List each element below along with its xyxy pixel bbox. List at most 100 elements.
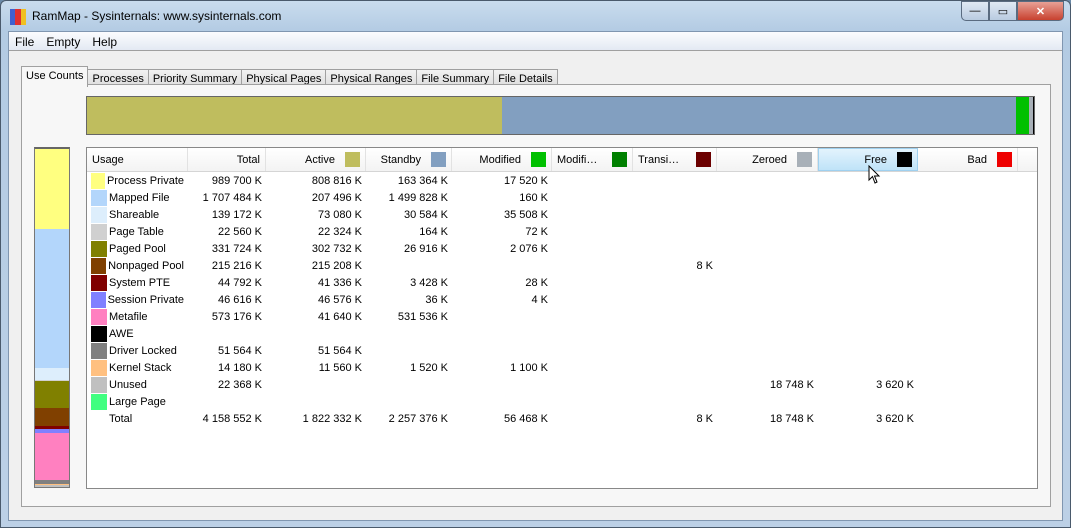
- menu-empty[interactable]: Empty: [40, 32, 86, 50]
- column-header-label: Zeroed: [752, 153, 787, 166]
- cell-usage: Page Table: [87, 223, 188, 240]
- state-bar-segment-active: [87, 97, 502, 134]
- tab-use-counts[interactable]: Use Counts: [21, 66, 89, 87]
- usage-color-swatch: [91, 308, 107, 325]
- color-swatch: [797, 152, 812, 167]
- cell-total: 331 724 K: [211, 242, 262, 255]
- cell-standby: 30 584 K: [403, 208, 448, 221]
- cell-usage: Unused: [87, 376, 188, 393]
- color-swatch: [531, 152, 546, 167]
- menu-help[interactable]: Help: [86, 32, 123, 50]
- maximize-button[interactable]: ▭: [989, 1, 1017, 21]
- column-header-bad[interactable]: Bad: [918, 148, 1018, 171]
- usage-label: AWE: [109, 327, 134, 340]
- usage-label: Paged Pool: [109, 242, 166, 255]
- mouse-cursor-icon: [868, 165, 881, 184]
- usage-label: Driver Locked: [109, 344, 177, 357]
- column-header-label: Transi…: [638, 153, 680, 166]
- table-row[interactable]: Session Private 46 616 K 46 576 K 36 K 4 K: [87, 291, 1037, 308]
- minimize-button[interactable]: —: [961, 1, 989, 21]
- usage-bar-segment: [35, 381, 69, 409]
- cell-total: 1 707 484 K: [202, 191, 262, 204]
- table-body: Process Private 989 700 K 808 816 K 163 364…: [87, 172, 1037, 427]
- column-header-label: Modified: [479, 153, 521, 166]
- usage-label: Page Table: [109, 225, 164, 238]
- cell-active: 207 496 K: [311, 191, 362, 204]
- cell-standby: 36 K: [425, 293, 448, 306]
- cell-standby: 26 916 K: [403, 242, 448, 255]
- usage-color-swatch: [91, 240, 107, 257]
- color-swatch: [612, 152, 627, 167]
- cell-total: 4 158 552 K: [202, 412, 262, 425]
- usage-color-swatch: [91, 274, 107, 291]
- usage-color-swatch: [91, 172, 105, 189]
- cell-transition: 8 K: [696, 259, 713, 272]
- cell-standby: 1 499 828 K: [388, 191, 448, 204]
- cell-active: 41 336 K: [317, 276, 362, 289]
- cell-active: 46 576 K: [317, 293, 362, 306]
- usage-label: Metafile: [109, 310, 148, 323]
- column-header-total[interactable]: Total: [188, 148, 266, 171]
- cell-active: 73 080 K: [317, 208, 362, 221]
- color-swatch: [696, 152, 711, 167]
- table-row[interactable]: Total 4 158 552 K 1 822 332 K 2 257 376 K 56…: [87, 410, 1037, 427]
- cell-modified: 56 468 K: [503, 412, 548, 425]
- cell-total: 215 216 K: [211, 259, 262, 272]
- cell-standby: 163 364 K: [397, 174, 448, 187]
- cell-modified: 4 K: [531, 293, 548, 306]
- rammap-app-icon: [10, 9, 26, 25]
- table-row[interactable]: Kernel Stack 14 180 K 11 560 K 1 520 K 1 100…: [87, 359, 1037, 376]
- usage-bar-segment: [35, 149, 69, 230]
- table-row[interactable]: Mapped File 1 707 484 K 207 496 K 1 499 828…: [87, 189, 1037, 206]
- table-row[interactable]: Metafile 573 176 K 41 640 K 531 536 K: [87, 308, 1037, 325]
- table-row[interactable]: Shareable 139 172 K 73 080 K 30 584 K 35 508…: [87, 206, 1037, 223]
- table-row[interactable]: Large Page: [87, 393, 1037, 410]
- table-row[interactable]: Driver Locked 51 564 K 51 564 K: [87, 342, 1037, 359]
- usage-label: Kernel Stack: [109, 361, 172, 374]
- cell-active: 51 564 K: [317, 344, 362, 357]
- table-row[interactable]: Unused 22 368 K 18 748 K 3 620 K: [87, 376, 1037, 393]
- cell-modified: 72 K: [525, 225, 548, 238]
- column-header-label: Standby: [380, 153, 421, 166]
- cell-standby: 1 520 K: [410, 361, 448, 374]
- cell-usage: Nonpaged Pool: [87, 257, 188, 274]
- usage-color-swatch: [91, 376, 107, 393]
- color-swatch: [431, 152, 446, 167]
- menu-bar: File Empty Help: [9, 32, 1062, 51]
- cell-total: 573 176 K: [211, 310, 262, 323]
- column-header-label: Modifi…: [557, 153, 598, 166]
- usage-label: Unused: [109, 378, 147, 391]
- table-row[interactable]: Process Private 989 700 K 808 816 K 163 364…: [87, 172, 1037, 189]
- usage-bar-segment: [35, 368, 69, 380]
- table-row[interactable]: Paged Pool 331 724 K 302 732 K 26 916 K 2 07…: [87, 240, 1037, 257]
- cell-usage: Process Private: [87, 172, 188, 189]
- usage-label: Large Page: [109, 395, 166, 408]
- column-header-usage[interactable]: Usage: [87, 148, 188, 171]
- cell-standby: 3 428 K: [410, 276, 448, 289]
- state-bar-segment-standby: [501, 97, 1016, 134]
- column-header-modified[interactable]: Modified: [452, 148, 552, 171]
- column-header-label: Active: [305, 153, 335, 166]
- cell-active: 22 324 K: [317, 225, 362, 238]
- cell-modified: 1 100 K: [510, 361, 548, 374]
- table-row[interactable]: Page Table 22 560 K 22 324 K 164 K 72 K: [87, 223, 1037, 240]
- close-button[interactable]: ✕: [1017, 1, 1064, 21]
- table-row[interactable]: System PTE 44 792 K 41 336 K 3 428 K 28 K: [87, 274, 1037, 291]
- usage-color-swatch: [91, 359, 107, 376]
- usage-type-bar: [34, 147, 70, 488]
- table-row[interactable]: Nonpaged Pool 215 216 K 215 208 K 8 K: [87, 257, 1037, 274]
- column-header-active[interactable]: Active: [266, 148, 366, 171]
- color-swatch: [345, 152, 360, 167]
- column-header-transition[interactable]: Transi…: [633, 148, 717, 171]
- cell-modified: 17 520 K: [503, 174, 548, 187]
- column-header-modified-no-write[interactable]: Modifi…: [552, 148, 633, 171]
- menu-file[interactable]: File: [9, 32, 40, 50]
- table-row[interactable]: AWE: [87, 325, 1037, 342]
- cell-active: 215 208 K: [311, 259, 362, 272]
- title-bar[interactable]: RamMap - Sysinternals: www.sysinternals.…: [1, 1, 1070, 31]
- color-swatch: [997, 152, 1012, 167]
- cell-free: 3 620 K: [876, 378, 914, 391]
- column-header-zeroed[interactable]: Zeroed: [717, 148, 818, 171]
- column-header-standby[interactable]: Standby: [366, 148, 452, 171]
